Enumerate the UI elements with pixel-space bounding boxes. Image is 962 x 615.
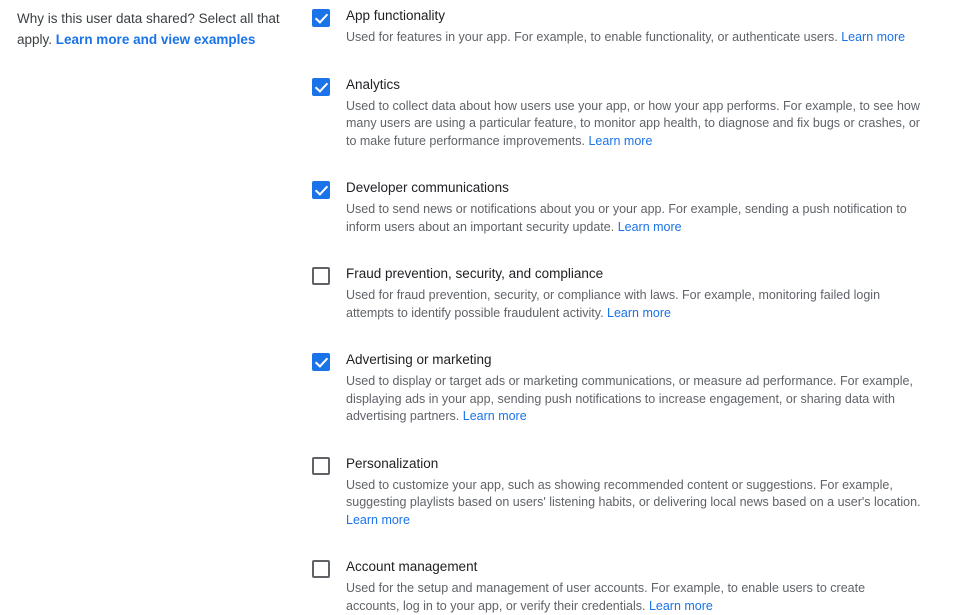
option-body: Analytics Used to collect data about how…: [346, 69, 921, 151]
description-text: Used for features in your app. For examp…: [346, 30, 838, 44]
option-body: Advertising or marketing Used to display…: [346, 344, 921, 426]
checkbox-analytics[interactable]: [312, 77, 330, 96]
option-row-developer-communications[interactable]: Developer communications Used to send ne…: [312, 172, 932, 236]
option-row-personalization[interactable]: Personalization Used to customize your a…: [312, 448, 932, 530]
option-row-analytics[interactable]: Analytics Used to collect data about how…: [312, 69, 932, 151]
checkbox-account-management[interactable]: [312, 560, 330, 578]
learn-more-link[interactable]: Learn more: [618, 220, 682, 234]
checkbox-app-functionality[interactable]: [312, 9, 330, 27]
learn-more-link[interactable]: Learn more: [463, 409, 527, 423]
learn-more-and-view-examples-link[interactable]: Learn more and view examples: [56, 32, 256, 47]
checkbox-fraud-prevention-security-and-compliance[interactable]: [312, 267, 330, 285]
option-body: Personalization Used to customize your a…: [346, 448, 921, 530]
option-description: Used to display or target ads or marketi…: [346, 373, 921, 426]
learn-more-link[interactable]: Learn more: [588, 134, 652, 148]
option-body: App functionality Used for features in y…: [346, 0, 921, 47]
option-body: Fraud prevention, security, and complian…: [346, 258, 921, 322]
prompt-column: Why is this user data shared? Select all…: [17, 8, 292, 50]
option-label-developer-communications[interactable]: Developer communications: [346, 172, 921, 198]
checkbox-advertising-or-marketing[interactable]: [312, 353, 330, 371]
description-text: Used to display or target ads or marketi…: [346, 374, 913, 423]
option-row-advertising-or-marketing[interactable]: Advertising or marketing Used to display…: [312, 344, 932, 426]
checkbox-personalization[interactable]: [312, 456, 330, 475]
option-row-fraud-prevention-security-and-compliance[interactable]: Fraud prevention, security, and complian…: [312, 258, 932, 322]
description-text: Used for the setup and management of use…: [346, 581, 866, 613]
option-description: Used for fraud prevention, security, or …: [346, 287, 921, 322]
learn-more-link[interactable]: Learn more: [346, 513, 410, 527]
option-description: Used to send news or notifications about…: [346, 201, 921, 236]
option-description: Used for features in your app. For examp…: [346, 29, 921, 47]
option-label-analytics[interactable]: Analytics: [346, 69, 921, 95]
option-label-app-functionality[interactable]: App functionality: [346, 0, 921, 26]
option-description: Used to collect data about how users use…: [346, 98, 921, 151]
option-body: Developer communications Used to send ne…: [346, 172, 921, 236]
checkbox-developer-communications[interactable]: [312, 181, 330, 199]
option-label-fraud-prevention-security-and-compliance[interactable]: Fraud prevention, security, and complian…: [346, 258, 921, 284]
option-label-advertising-or-marketing[interactable]: Advertising or marketing: [346, 344, 921, 370]
option-description: Used to customize your app, such as show…: [346, 477, 921, 530]
description-text: Used to customize your app, such as show…: [346, 477, 921, 510]
option-label-account-management[interactable]: Account management: [346, 551, 921, 577]
learn-more-link[interactable]: Learn more: [841, 30, 905, 44]
option-row-app-functionality[interactable]: App functionality Used for features in y…: [312, 0, 932, 47]
purpose-checkbox-list: App functionality Used for features in y…: [312, 0, 932, 615]
data-safety-purpose-form: Why is this user data shared? Select all…: [0, 0, 962, 613]
option-body: Account management Used for the setup an…: [346, 551, 921, 615]
learn-more-link[interactable]: Learn more: [649, 599, 713, 613]
option-description: Used for the setup and management of use…: [346, 580, 921, 615]
option-row-account-management[interactable]: Account management Used for the setup an…: [312, 551, 932, 615]
option-label-personalization[interactable]: Personalization: [346, 448, 921, 474]
prompt-text: Why is this user data shared? Select all…: [17, 8, 292, 50]
learn-more-link[interactable]: Learn more: [607, 306, 671, 320]
